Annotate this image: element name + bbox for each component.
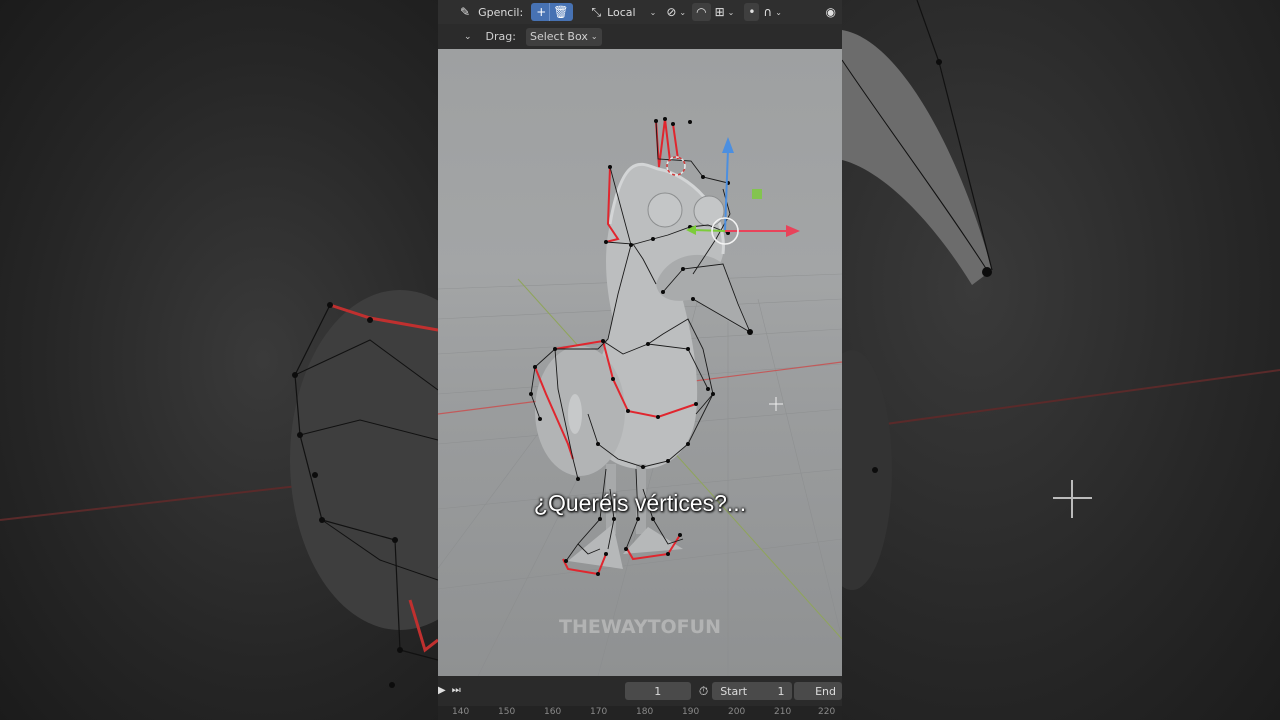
play-icon[interactable]: ▶ [438, 682, 446, 700]
chevron-down-icon: ⌄ [590, 32, 598, 41]
overlay-button[interactable]: ◉ [822, 3, 840, 21]
ruler-tick: 180 [636, 707, 654, 717]
start-label: Start [720, 684, 748, 698]
gpencil-label: Gpencil: [478, 5, 524, 19]
mode-dropdown-chevron-icon[interactable]: ⌄ [464, 32, 472, 42]
tool-header: ✎ Gpencil: + 🗑 ⤡ Local ⌄ ⊘ ⌄ ◠ ⊞ ⌄ • ∩ ⌄ [438, 0, 842, 24]
transform-orientation-icon: ⤡ [591, 5, 602, 19]
tool-settings-header: ⌄ Drag: Select Box ⌄ [438, 24, 842, 49]
tool-selector[interactable]: ✎ Gpencil: [456, 3, 527, 21]
jump-end-icon[interactable]: ⏭ [452, 682, 461, 700]
snap-dropdown[interactable]: ⊞ ⌄ [711, 3, 739, 21]
ruler-tick: 190 [682, 707, 700, 717]
falloff-dot-icon: • [748, 5, 756, 19]
chevron-down-icon: ⌄ [649, 7, 657, 17]
snap-increment-icon: ⊞ [714, 5, 725, 19]
proportional-icon: ◠ [696, 5, 707, 19]
orientation-label: Local [607, 5, 636, 19]
proportional-toggle[interactable]: ◠ [692, 3, 711, 21]
snap-link-icon: ⊘ [666, 5, 677, 19]
select-box-dropdown[interactable]: Select Box ⌄ [525, 27, 602, 46]
falloff-toggle[interactable]: • [744, 3, 760, 21]
ruler-tick: 220 [818, 707, 836, 717]
watermark-logo: THEWAYTOFUN [558, 616, 721, 638]
ruler-tick: 210 [774, 707, 792, 717]
ruler-tick: 140 [452, 707, 470, 717]
ruler-tick: 150 [498, 707, 516, 717]
falloff-curve-icon: ∩ [763, 5, 773, 19]
current-frame-field[interactable]: 1 [624, 682, 691, 700]
crosshair-cursor-icon [769, 397, 783, 411]
background-blur-right [842, 0, 1280, 720]
blender-window: ✎ Gpencil: + 🗑 ⤡ Local ⌄ ⊘ ⌄ ◠ ⊞ ⌄ • ∩ ⌄ [438, 0, 842, 720]
falloff-dropdown[interactable]: ∩ ⌄ [759, 3, 786, 21]
start-value: 1 [777, 684, 785, 698]
timeline-ruler[interactable]: 140 150 160 170 180 190 200 210 220 [438, 706, 842, 720]
subtitle-caption: ¿Queréis vértices?... [533, 490, 747, 516]
background-blur-left [0, 0, 438, 720]
overlay-eye-icon: ◉ [825, 5, 836, 19]
snap-link-dropdown[interactable]: ⊘ ⌄ [662, 3, 690, 21]
chevron-down-icon: ⌄ [679, 7, 687, 17]
stopwatch-icon[interactable]: ⏱ [699, 682, 708, 700]
drag-label: Drag: [485, 30, 516, 43]
trash-icon[interactable]: 🗑 [549, 3, 571, 21]
pencil-icon: ✎ [460, 5, 471, 19]
start-frame-field[interactable]: Start 1 [712, 682, 793, 700]
gpencil-layer-buttons[interactable]: + 🗑 [531, 3, 574, 21]
timeline-header: ▶ ⏭ 1 ⏱ Start 1 End [438, 676, 842, 706]
ruler-tick: 160 [544, 707, 562, 717]
transform-orientation-dropdown[interactable]: ⤡ Local ⌄ [587, 3, 660, 21]
end-frame-field[interactable]: End [794, 682, 842, 700]
select-box-value: Select Box [529, 30, 588, 43]
ruler-tick: 170 [590, 707, 608, 717]
3d-viewport[interactable]: ¿Queréis vértices?... THEWAYTOFUN [438, 49, 842, 676]
ruler-tick: 200 [728, 707, 746, 717]
chevron-down-icon: ⌄ [727, 7, 735, 17]
chevron-down-icon: ⌄ [775, 7, 782, 17]
add-icon[interactable]: + [533, 3, 549, 21]
end-label: End [815, 684, 836, 698]
